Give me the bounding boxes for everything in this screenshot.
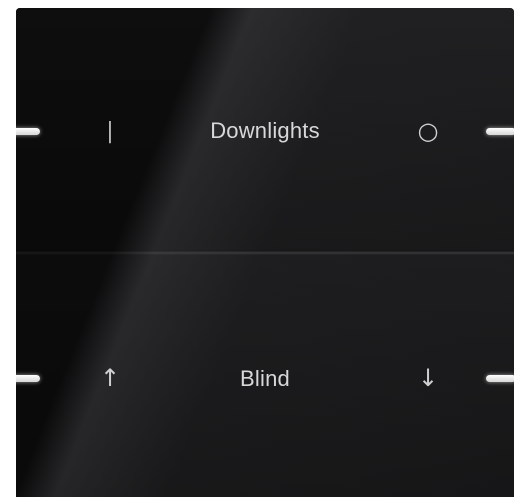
off-icon: ○: [417, 117, 439, 145]
switch-panel: | Downlights ○ ↑ Blind ↓: [16, 8, 514, 497]
arrow-down-icon: ↓: [417, 364, 439, 392]
